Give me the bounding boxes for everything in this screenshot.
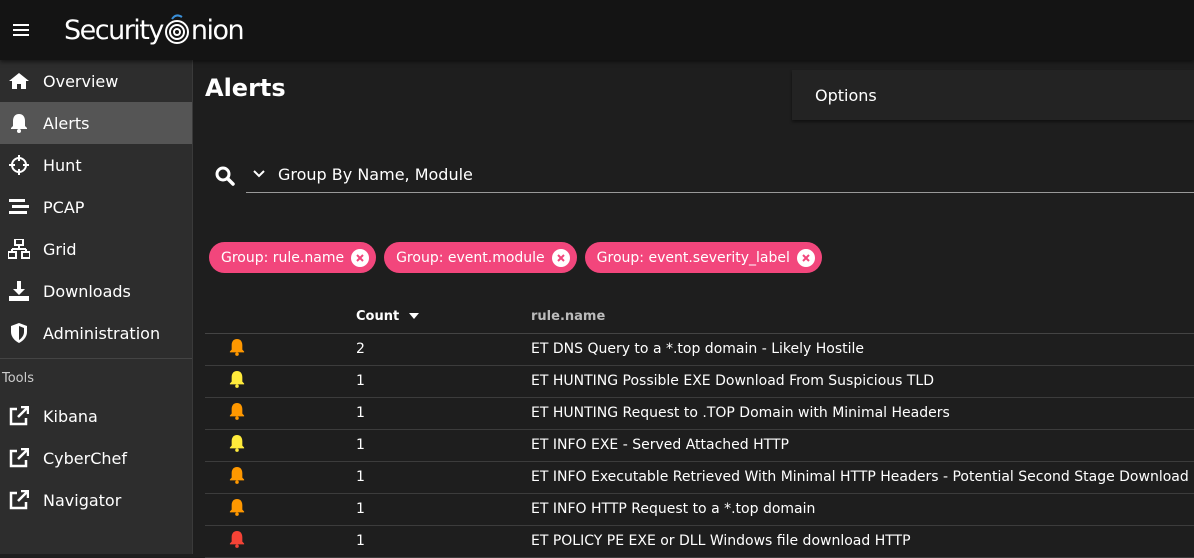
nav-label: Administration — [43, 323, 161, 343]
bell-icon — [229, 339, 245, 356]
menu-icon[interactable] — [0, 0, 42, 60]
severity-cell — [205, 365, 355, 398]
bell-icon — [8, 112, 30, 134]
sitemap-icon — [8, 238, 30, 260]
tool-label: Navigator — [43, 490, 122, 510]
count-cell: 1 — [355, 429, 530, 462]
bell-icon — [229, 531, 245, 548]
nav-item-hunt[interactable]: Hunt — [0, 144, 192, 186]
top-app-bar: Security nion — [0, 0, 1194, 60]
nav-item-administration[interactable]: Administration — [0, 312, 192, 354]
bell-icon — [229, 467, 245, 484]
table-row[interactable]: 1 ET HUNTING Request to .TOP Domain with … — [205, 397, 1194, 430]
rule-name-cell[interactable]: ET INFO HTTP Request to a *.top domain — [530, 493, 1194, 526]
chip-label: Group: event.module — [396, 249, 545, 266]
sort-descending-icon[interactable] — [408, 312, 420, 320]
options-panel-header[interactable]: Options — [792, 70, 1194, 120]
group-chip-event-module[interactable]: Group: event.module — [384, 242, 577, 273]
group-chip-event-severity-label[interactable]: Group: event.severity_label — [584, 242, 822, 273]
search-icon[interactable] — [215, 166, 235, 186]
page-title: Alerts — [205, 74, 286, 102]
tools-heading: Tools — [2, 371, 35, 386]
external-link-icon — [8, 447, 30, 469]
sidebar: Overview Alerts Hunt PCAP Grid Downloads… — [0, 60, 193, 554]
alerts-table: Count rule.name 2 ET DNS Query to a *.top… — [205, 300, 1194, 558]
chip-label: Group: event.severity_label — [596, 249, 790, 266]
table-row[interactable]: 1 ET INFO EXE - Served Attached HTTP — [205, 429, 1194, 462]
nav-item-overview[interactable]: Overview — [0, 60, 192, 102]
severity-cell — [205, 461, 355, 494]
nav-label: Alerts — [43, 113, 90, 133]
table-row[interactable]: 1 ET POLICY PE EXE or DLL Windows file do… — [205, 525, 1194, 558]
severity-column-header — [205, 300, 355, 334]
count-cell: 1 — [355, 525, 530, 558]
main-content: Alerts Options Group By Name, Module Gro… — [193, 60, 1194, 558]
nav-item-alerts[interactable]: Alerts — [0, 102, 192, 144]
shield-icon — [8, 322, 30, 344]
nav-label: PCAP — [43, 197, 85, 217]
table-row[interactable]: 1 ET HUNTING Possible EXE Download From S… — [205, 365, 1194, 398]
alerts-table-body: 2 ET DNS Query to a *.top domain - Likely… — [205, 333, 1194, 558]
tool-item-navigator[interactable]: Navigator — [0, 479, 192, 521]
group-chip-rule-name[interactable]: Group: rule.name — [209, 242, 377, 273]
options-label: Options — [815, 85, 877, 105]
count-cell: 1 — [355, 397, 530, 430]
nav-label: Hunt — [43, 155, 82, 175]
table-row[interactable]: 1 ET INFO HTTP Request to a *.top domain — [205, 493, 1194, 526]
chevron-down-icon[interactable] — [246, 161, 272, 187]
close-circle-icon[interactable] — [551, 248, 570, 267]
severity-cell — [205, 525, 355, 558]
table-row[interactable]: 1 ET INFO Executable Retrieved With Minim… — [205, 461, 1194, 494]
stream-icon — [8, 196, 30, 218]
severity-cell — [205, 493, 355, 526]
severity-cell — [205, 397, 355, 430]
count-cell: 1 — [355, 493, 530, 526]
severity-cell — [205, 333, 355, 366]
count-cell: 1 — [355, 365, 530, 398]
brand-name-right: nion — [190, 14, 245, 46]
external-link-icon — [8, 405, 30, 427]
bell-icon — [229, 403, 245, 420]
rule-name-cell[interactable]: ET POLICY PE EXE or DLL Windows file dow… — [530, 525, 1194, 558]
rule-name-cell[interactable]: ET HUNTING Request to .TOP Domain with M… — [530, 397, 1194, 430]
rule-name-cell[interactable]: ET INFO EXE - Served Attached HTTP — [530, 429, 1194, 462]
nav-item-pcap[interactable]: PCAP — [0, 186, 192, 228]
rule-name-cell[interactable]: ET HUNTING Possible EXE Download From Su… — [530, 365, 1194, 398]
nav-label: Grid — [43, 239, 77, 259]
group-by-chips: Group: rule.name Group: event.module Gro… — [209, 242, 822, 273]
external-link-icon — [8, 489, 30, 511]
count-column-header[interactable]: Count — [355, 300, 530, 334]
bell-icon — [229, 371, 245, 388]
tool-label: CyberChef — [43, 448, 128, 468]
brand-name-left: Security — [64, 14, 164, 46]
tool-label: Kibana — [43, 406, 98, 426]
table-row[interactable]: 2 ET DNS Query to a *.top domain - Likely… — [205, 333, 1194, 366]
close-circle-icon[interactable] — [796, 248, 815, 267]
bell-icon — [229, 499, 245, 516]
security-onion-logo[interactable]: Security nion — [64, 0, 245, 60]
rule-name-cell[interactable]: ET INFO Executable Retrieved With Minima… — [530, 461, 1194, 494]
count-cell: 1 — [355, 461, 530, 494]
query-value: Group By Name, Module — [278, 164, 473, 184]
count-header-label: Count — [356, 308, 400, 324]
bell-icon — [229, 435, 245, 452]
crosshairs-icon — [8, 154, 30, 176]
home-icon — [8, 70, 30, 92]
rule-name-cell[interactable]: ET DNS Query to a *.top domain - Likely … — [530, 333, 1194, 366]
severity-cell — [205, 429, 355, 462]
query-select[interactable]: Group By Name, Module — [246, 156, 1194, 193]
chip-label: Group: rule.name — [221, 249, 345, 266]
tool-item-kibana[interactable]: Kibana — [0, 395, 192, 437]
onion-swirl-icon — [164, 13, 190, 45]
download-icon — [8, 280, 30, 302]
nav-label: Overview — [43, 71, 119, 91]
tool-item-cyberchef[interactable]: CyberChef — [0, 437, 192, 479]
nav-item-grid[interactable]: Grid — [0, 228, 192, 270]
close-circle-icon[interactable] — [351, 248, 370, 267]
nav-item-downloads[interactable]: Downloads — [0, 270, 192, 312]
rule-name-column-header[interactable]: rule.name — [530, 300, 1194, 334]
nav-label: Downloads — [43, 281, 131, 301]
count-cell: 2 — [355, 333, 530, 366]
table-header-row: Count rule.name — [205, 300, 1194, 334]
